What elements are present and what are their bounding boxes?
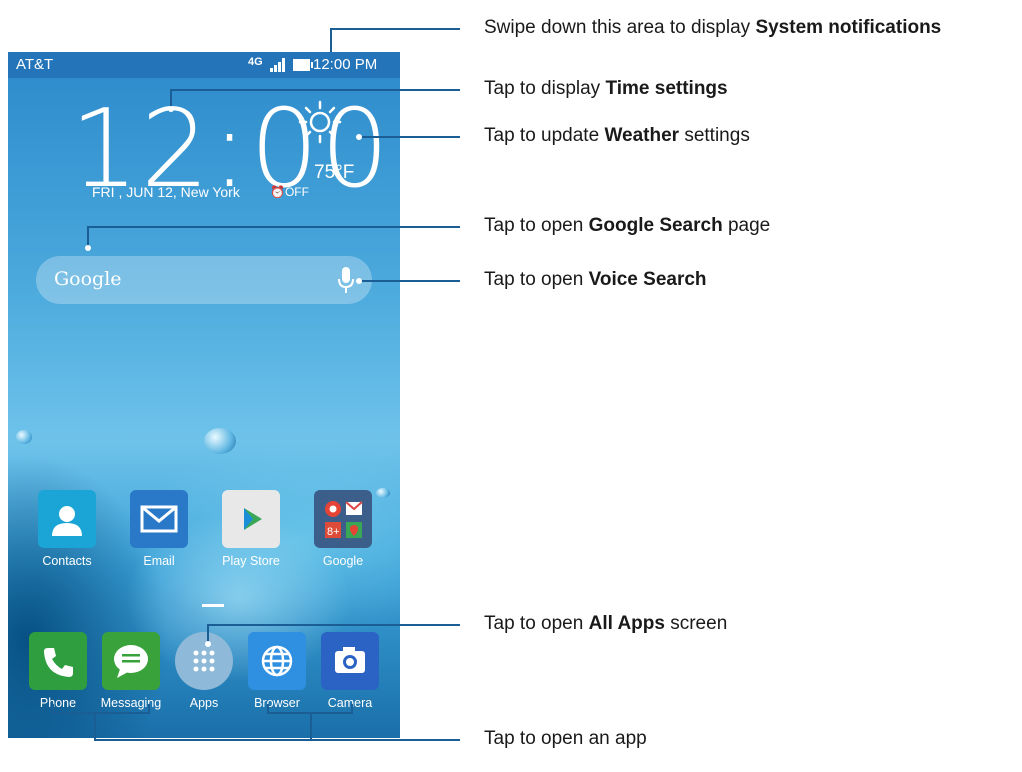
annotation-time-settings: Tap to display Time settings [484,78,728,100]
annotation-all-apps: Tap to open All Apps screen [484,613,727,635]
battery-icon [293,59,313,71]
callout-dot [205,641,211,647]
callout-dot [168,106,174,112]
sun-icon[interactable] [298,100,342,144]
home-screen: 12:00 75°F FRI , JUN 12, New York ⏰OFF G… [8,78,400,738]
callout-line [330,28,332,52]
callout-line [351,704,353,714]
callout-line [52,704,54,714]
annotation-bold: System notifications [755,17,942,38]
email-icon [130,490,188,548]
annotation-voice-search: Tap to open Voice Search [484,269,707,291]
app-label: Google [322,554,364,568]
callout-line [330,28,460,30]
callout-line [310,712,312,740]
annotation-bold: Voice Search [588,269,707,290]
callout-line [148,704,150,714]
annotation-text: Tap to open [484,215,589,236]
app-drawer[interactable]: Apps [168,632,240,710]
microphone-icon[interactable] [338,266,354,294]
play-store-icon [222,490,280,548]
annotation-weather-settings: Tap to update Weather settings [484,125,750,147]
google-search-bar[interactable]: Google [36,256,372,304]
app-phone[interactable]: Phone [22,632,94,710]
annotation-google-search: Tap to open Google Search page [484,215,770,237]
app-label: Contacts [42,554,92,568]
app-google-folder[interactable]: 8+ Google [307,490,379,568]
signal-icon [270,58,286,72]
annotation-system-notifications: Swipe down this area to display System n… [484,17,941,39]
phone-screen: AT&T 4G 12:00 PM 12:00 75°F FRI , JUN 12… [8,52,400,738]
annotation-text: Tap to display [484,78,606,99]
water-drop-decoration [16,430,32,444]
svg-text:8+: 8+ [327,526,340,538]
callout-line [94,739,460,741]
temperature[interactable]: 75°F [314,162,354,184]
app-label: Email [143,554,175,568]
annotation-text: Tap to open an app [484,728,647,749]
annotation-bold: Weather [604,125,680,146]
app-camera[interactable]: Camera [314,632,386,710]
annotation-open-app: Tap to open an app [484,728,647,750]
phone-icon [29,632,87,690]
date-location: FRI , JUN 12, New York [92,184,240,200]
annotation-bold: Time settings [605,78,728,99]
app-label: Camera [327,696,373,710]
messaging-icon [102,632,160,690]
app-label: Phone [39,696,77,710]
callout-line [360,136,460,138]
annotation-text: screen [664,613,728,634]
alarm-status: ⏰OFF [270,185,309,199]
callout-dot [356,134,362,140]
callout-line [267,704,269,714]
app-browser[interactable]: Browser [241,632,313,710]
app-label: Play Store [222,554,280,568]
google-logo: Google [54,268,122,290]
annotation-bold: Google Search [588,215,723,236]
callout-line [207,624,460,626]
network-type-icon: 4G [248,56,263,68]
google-folder-icon: 8+ [314,490,372,548]
status-bar[interactable]: AT&T 4G 12:00 PM [8,52,400,78]
annotation-text: Tap to open [484,613,589,634]
annotation-text: Swipe down this area to display [484,17,756,38]
callout-line [94,712,96,740]
app-label: Messaging [100,696,162,710]
water-drop-decoration [204,428,236,454]
annotation-text: settings [679,125,750,146]
callout-line [170,89,460,91]
annotation-bold: All Apps [588,613,665,634]
browser-icon [248,632,306,690]
app-label: Browser [254,696,300,710]
annotation-text: page [722,215,771,236]
annotation-text: Tap to update [484,125,605,146]
camera-icon [321,632,379,690]
callout-line [52,712,150,714]
app-messaging[interactable]: Messaging [95,632,167,710]
apps-icon [175,632,233,690]
carrier-label: AT&T [16,56,54,73]
app-contacts[interactable]: Contacts [31,490,103,568]
callout-dot [356,278,362,284]
annotation-text: Tap to open [484,269,589,290]
contacts-icon [38,490,96,548]
app-label: Apps [189,696,219,710]
callout-line [87,226,460,228]
page-indicator [202,604,224,607]
app-email[interactable]: Email [123,490,195,568]
status-time: 12:00 PM [313,56,378,73]
callout-line [360,280,460,282]
app-play-store[interactable]: Play Store [215,490,287,568]
callout-dot [85,245,91,251]
